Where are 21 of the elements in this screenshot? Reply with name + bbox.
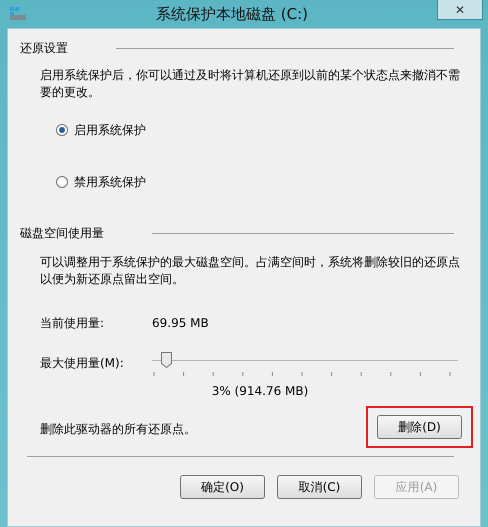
description-text: 可以调整用于系统保护的最大磁盘空间。占满空间时，系统将删除较旧的还原点以便为新还原点留出空间。: [40, 254, 461, 288]
slider-thumb[interactable]: [160, 352, 172, 368]
radio-label[interactable]: 启用系统保护: [74, 121, 146, 139]
section-heading: 还原设置: [20, 40, 68, 57]
close-button[interactable]: ✕: [437, 0, 483, 20]
radio-label[interactable]: 禁用系统保护: [74, 173, 146, 191]
radio-button[interactable]: [56, 124, 68, 136]
current-usage-label: 当前使用量:: [40, 315, 106, 332]
description-text: 启用系统保护后，你可以通过及时将计算机还原到以前的某个状态点来撤消不需要的更改。: [40, 67, 461, 101]
dialog-button[interactable]: 取消(C): [277, 475, 362, 499]
current-usage-value: 69.95 MB: [152, 315, 209, 332]
section-heading: 磁盘空间使用量: [20, 225, 104, 242]
app-icon: [9, 7, 27, 21]
radio-button[interactable]: [56, 176, 68, 188]
max-usage-reading: 3% (914.76 MB): [212, 384, 308, 398]
max-usage-label: 最大使用量(M):: [40, 355, 125, 372]
delete-button[interactable]: 删除(D): [377, 415, 462, 439]
window-title: 系统保护本地磁盘 (C:): [155, 4, 309, 25]
usage-slider[interactable]: [152, 350, 458, 376]
delete-description: 删除此驱动器的所有还原点。: [40, 421, 196, 438]
dialog-button[interactable]: 确定(O): [180, 475, 265, 499]
